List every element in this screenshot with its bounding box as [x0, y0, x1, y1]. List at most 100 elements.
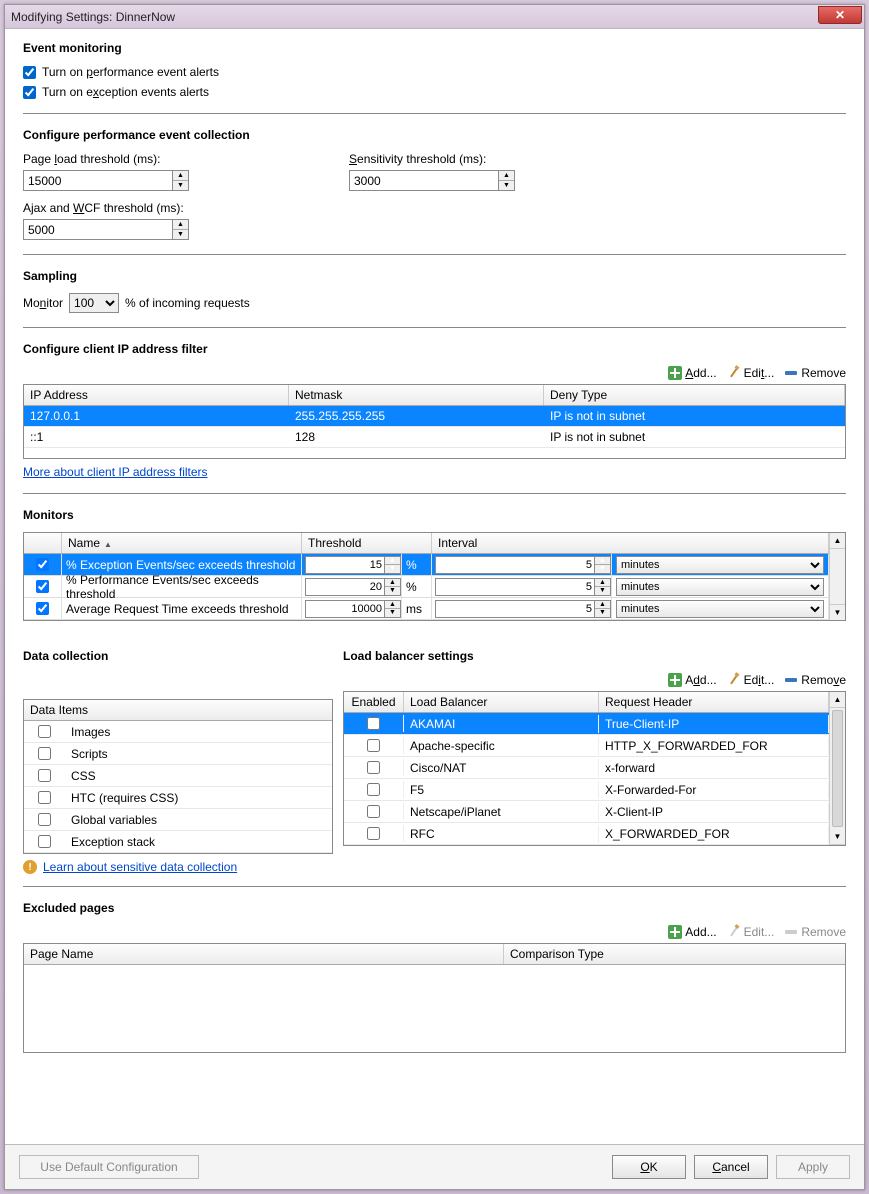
scroll-down-icon[interactable]: ▼	[830, 604, 845, 620]
monitor-row-checkbox[interactable]	[36, 558, 49, 571]
close-button[interactable]: ✕	[818, 6, 862, 24]
lb-row[interactable]: RFCX_FORWARDED_FOR	[344, 823, 829, 845]
input-page-load-threshold[interactable]	[23, 170, 173, 191]
col-lb-name[interactable]: Load Balancer	[404, 692, 599, 712]
data-item-row[interactable]: Global variables	[24, 809, 332, 831]
col-lb-enabled[interactable]: Enabled	[344, 692, 404, 712]
checkbox-perf-alerts[interactable]	[23, 66, 36, 79]
ip-row[interactable]: 127.0.0.1 255.255.255.255 IP is not in s…	[24, 406, 845, 427]
ok-button[interactable]: OK	[612, 1155, 686, 1179]
spinner-page-load[interactable]: ▲▼	[173, 170, 189, 191]
col-deny-type[interactable]: Deny Type	[544, 385, 845, 405]
chevron-up-icon[interactable]: ▲	[499, 171, 514, 181]
lb-add-button[interactable]: Add...	[668, 673, 716, 687]
monitor-interval-unit[interactable]: minutes	[616, 578, 824, 596]
spinner[interactable]: ▲▼	[595, 600, 611, 618]
monitor-row-checkbox[interactable]	[36, 602, 49, 615]
chevron-down-icon[interactable]: ▼	[173, 181, 188, 190]
minus-icon	[784, 925, 798, 939]
lb-enabled-checkbox[interactable]	[367, 783, 380, 796]
data-item-checkbox[interactable]	[38, 813, 51, 826]
monitor-interval-input[interactable]	[435, 556, 595, 574]
section-sampling: Sampling Monitor 100 % of incoming reque…	[23, 269, 846, 313]
lb-row[interactable]: Netscape/iPlanetX-Client-IP	[344, 801, 829, 823]
heading-ip-filter: Configure client IP address filter	[23, 342, 846, 356]
col-comparison-type[interactable]: Comparison Type	[504, 944, 845, 964]
lb-enabled-checkbox[interactable]	[367, 805, 380, 818]
data-item-checkbox[interactable]	[38, 791, 51, 804]
col-monitor-interval[interactable]: Interval	[432, 533, 829, 553]
lb-enabled-checkbox[interactable]	[367, 761, 380, 774]
monitor-interval-unit[interactable]: minutes	[616, 600, 824, 618]
spinner[interactable]: ▲▼	[385, 556, 401, 574]
monitor-threshold-input[interactable]	[305, 600, 385, 618]
lb-row[interactable]: Cisco/NATx-forward	[344, 757, 829, 779]
lb-row[interactable]: F5X-Forwarded-For	[344, 779, 829, 801]
ip-remove-button[interactable]: Remove	[784, 366, 846, 380]
spinner[interactable]: ▲▼	[385, 578, 401, 596]
data-item-row[interactable]: CSS	[24, 765, 332, 787]
col-monitor-name[interactable]: Name▲	[62, 533, 302, 553]
col-ip-address[interactable]: IP Address	[24, 385, 289, 405]
chevron-up-icon[interactable]: ▲	[173, 171, 188, 181]
select-sampling-percent[interactable]: 100	[69, 293, 119, 313]
col-data-items[interactable]: Data Items	[24, 700, 332, 721]
monitor-interval-input[interactable]	[435, 578, 595, 596]
label-perf-alerts: Turn on performance event alerts	[42, 65, 219, 79]
col-monitor-check[interactable]	[24, 533, 62, 553]
close-icon: ✕	[835, 8, 845, 22]
spinner[interactable]: ▲▼	[385, 600, 401, 618]
spinner[interactable]: ▲▼	[595, 556, 611, 574]
monitor-row[interactable]: Average Request Time exceeds threshold ▲…	[24, 598, 829, 620]
spinner-ajax-wcf[interactable]: ▲▼	[173, 219, 189, 240]
spinner[interactable]: ▲▼	[595, 578, 611, 596]
data-item-row[interactable]: Exception stack	[24, 831, 332, 853]
data-item-checkbox[interactable]	[38, 747, 51, 760]
chevron-up-icon[interactable]: ▲	[173, 220, 188, 230]
ip-add-button[interactable]: Add...	[668, 366, 716, 380]
data-item-checkbox[interactable]	[38, 835, 51, 848]
monitors-scrollbar[interactable]: ▲▼	[829, 533, 845, 620]
monitor-interval-input[interactable]	[435, 600, 595, 618]
lb-row[interactable]: AKAMAITrue-Client-IP	[344, 713, 829, 735]
data-item-checkbox[interactable]	[38, 769, 51, 782]
col-lb-header[interactable]: Request Header	[599, 692, 829, 712]
lb-scrollbar[interactable]: ▲▼	[829, 692, 845, 845]
lb-row[interactable]: Apache-specificHTTP_X_FORWARDED_FOR	[344, 735, 829, 757]
scroll-thumb[interactable]	[832, 710, 843, 827]
lb-enabled-checkbox[interactable]	[367, 739, 380, 752]
link-ip-filter-help[interactable]: More about client IP address filters	[23, 465, 208, 479]
lb-remove-button[interactable]: Remove	[784, 673, 846, 687]
input-ajax-wcf-threshold[interactable]	[23, 219, 173, 240]
lb-edit-button[interactable]: Edit...	[727, 673, 775, 687]
col-netmask[interactable]: Netmask	[289, 385, 544, 405]
ip-row[interactable]: ::1 128 IP is not in subnet	[24, 427, 845, 448]
chevron-down-icon[interactable]: ▼	[173, 230, 188, 239]
checkbox-exc-alerts[interactable]	[23, 86, 36, 99]
data-item-row[interactable]: Scripts	[24, 743, 332, 765]
data-item-row[interactable]: HTC (requires CSS)	[24, 787, 332, 809]
data-item-checkbox[interactable]	[38, 725, 51, 738]
monitor-interval-unit[interactable]: minutes	[616, 556, 824, 574]
scroll-up-icon[interactable]: ▲	[830, 533, 845, 549]
data-item-row[interactable]: Images	[24, 721, 332, 743]
content-area: Event monitoring Turn on performance eve…	[5, 29, 864, 1144]
col-monitor-threshold[interactable]: Threshold	[302, 533, 432, 553]
col-page-name[interactable]: Page Name	[24, 944, 504, 964]
scroll-down-icon[interactable]: ▼	[830, 829, 845, 845]
monitor-row-checkbox[interactable]	[36, 580, 49, 593]
lb-enabled-checkbox[interactable]	[367, 827, 380, 840]
lb-enabled-checkbox[interactable]	[367, 717, 380, 730]
spinner-sensitivity[interactable]: ▲▼	[499, 170, 515, 191]
chevron-down-icon[interactable]: ▼	[499, 181, 514, 190]
monitor-row[interactable]: % Performance Events/sec exceeds thresho…	[24, 576, 829, 598]
link-sensitive-data[interactable]: Learn about sensitive data collection	[43, 860, 237, 874]
scroll-up-icon[interactable]: ▲	[830, 692, 845, 708]
monitor-threshold-input[interactable]	[305, 556, 385, 574]
label-sensitivity: Sensitivity threshold (ms):	[349, 152, 515, 166]
ex-add-button[interactable]: Add...	[668, 925, 716, 939]
input-sensitivity-threshold[interactable]	[349, 170, 499, 191]
ip-edit-button[interactable]: Edit...	[727, 366, 775, 380]
cancel-button[interactable]: Cancel	[694, 1155, 768, 1179]
monitor-threshold-input[interactable]	[305, 578, 385, 596]
